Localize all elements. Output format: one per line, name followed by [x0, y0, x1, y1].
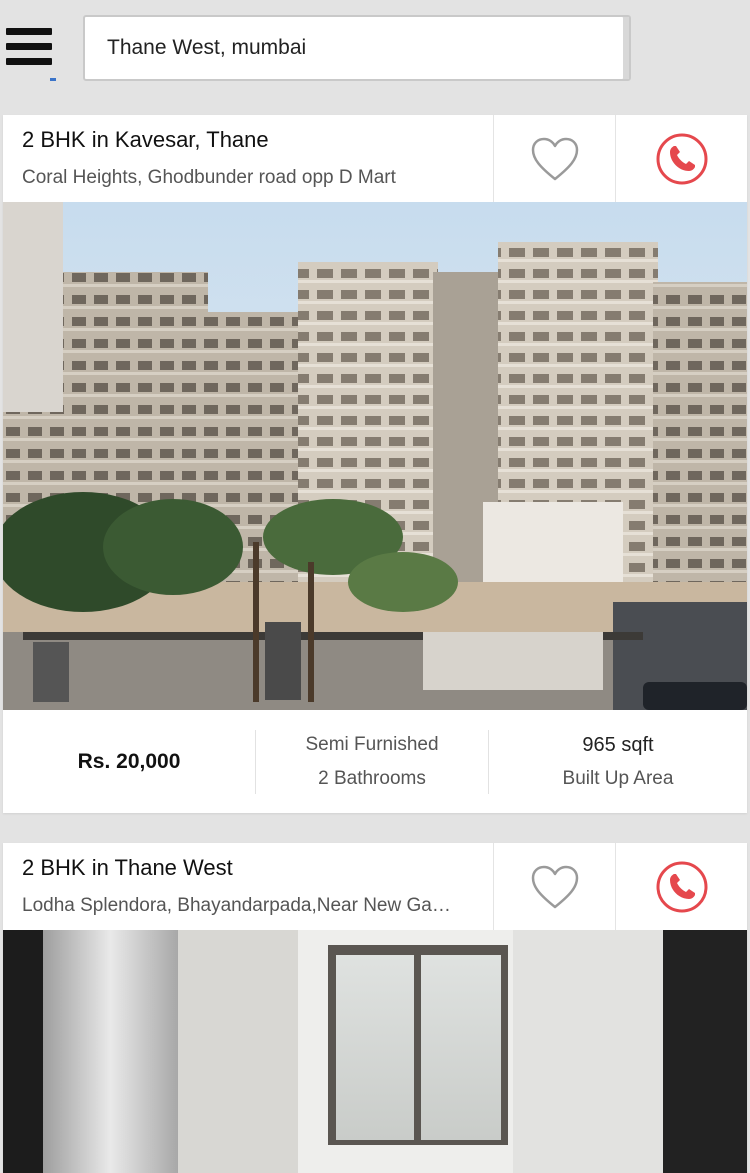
building-photo: [3, 202, 747, 710]
listing-address: Coral Heights, Ghodbunder road opp D Mar…: [22, 167, 396, 188]
listing-header: 2 BHK in Kavesar, Thane Coral Heights, G…: [3, 115, 747, 202]
area-value: 965 sqft: [582, 733, 654, 756]
phone-icon: [656, 861, 707, 912]
location-search-input[interactable]: Thane West, mumbai: [83, 15, 631, 81]
heart-icon: [531, 137, 578, 180]
heart-icon: [531, 865, 578, 908]
search-input-value: Thane West, mumbai: [107, 36, 307, 59]
listing-photo[interactable]: [3, 202, 747, 710]
favorite-button[interactable]: [493, 115, 615, 202]
listing-title[interactable]: 2 BHK in Thane West: [22, 855, 233, 881]
listing-address: Lodha Splendora, Bhayandarpada,Near New …: [22, 895, 451, 916]
listing-stats: Rs. 20,000 Semi Furnished 2 Bathrooms 96…: [3, 710, 747, 813]
area-label: Built Up Area: [562, 767, 674, 789]
price-stat: Rs. 20,000: [3, 730, 255, 794]
listing-card[interactable]: 2 BHK in Kavesar, Thane Coral Heights, G…: [3, 115, 747, 813]
menu-icon[interactable]: [6, 28, 56, 82]
phone-icon: [656, 133, 707, 184]
favorite-button[interactable]: [493, 843, 615, 930]
bathrooms-value: 2 Bathrooms: [318, 767, 426, 789]
area-stat: 965 sqft Built Up Area: [489, 730, 747, 794]
price-value: Rs. 20,000: [77, 749, 181, 773]
listing-card[interactable]: 2 BHK in Thane West Lodha Splendora, Bha…: [3, 843, 747, 1173]
interior-photo: [3, 930, 747, 1173]
listing-photo[interactable]: [3, 930, 747, 1173]
furnishing-value: Semi Furnished: [305, 733, 439, 755]
listing-header: 2 BHK in Thane West Lodha Splendora, Bha…: [3, 843, 747, 930]
listing-title[interactable]: 2 BHK in Kavesar, Thane: [22, 127, 269, 153]
call-button[interactable]: [615, 843, 747, 930]
furnishing-stat: Semi Furnished 2 Bathrooms: [255, 729, 489, 794]
top-bar: Thane West, mumbai: [0, 0, 750, 104]
call-button[interactable]: [615, 115, 747, 202]
